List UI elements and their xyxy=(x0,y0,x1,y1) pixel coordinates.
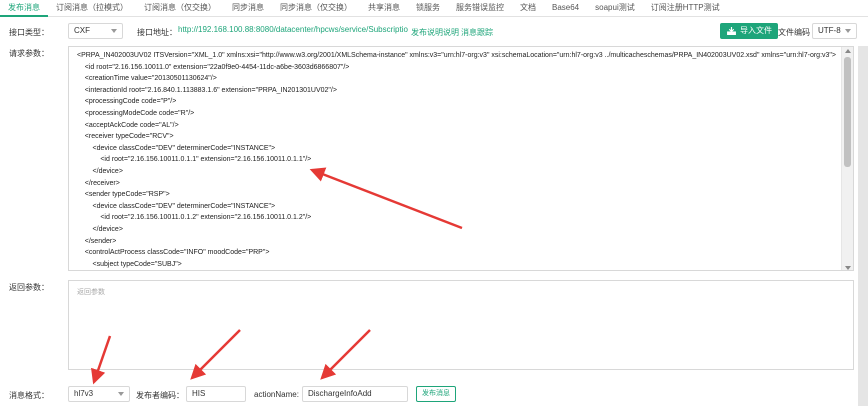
xml-line: <acceptAckCode code="AL"/> xyxy=(77,121,179,129)
publish-help-link[interactable]: 发布说明说明 xyxy=(411,27,459,38)
tab-10[interactable]: soapui测试 xyxy=(587,0,643,17)
xml-line: <processingCode code="P"/> xyxy=(77,98,177,106)
tab-8[interactable]: 文档 xyxy=(512,0,544,17)
tab-bar: 发布消息 订阅消息（拉模式） 订阅消息（仅交换） 同步消息 同步消息（仅交换） 共享消息锁… xyxy=(0,0,868,17)
request-params-label: 请求参数： xyxy=(9,49,49,58)
tab-3[interactable]: 同步消息 xyxy=(224,0,272,17)
import-icon xyxy=(727,27,736,35)
xml-line: </receiver> xyxy=(77,179,120,187)
xml-line: <id root="2.16.156.10011.0.1.1" extensio… xyxy=(77,156,312,164)
xml-line: </device> xyxy=(77,167,123,175)
chevron-down-icon xyxy=(118,392,124,396)
tab-5[interactable]: 共享消息 xyxy=(360,0,408,17)
file-encoding-select[interactable]: UTF-8 xyxy=(812,23,857,39)
tab-6[interactable]: 锁服务 xyxy=(408,0,448,17)
xml-line: <subject typeCode="SUBJ"> xyxy=(77,260,182,268)
import-file-button[interactable]: 导入文件 xyxy=(720,23,778,39)
request-scrollbar[interactable] xyxy=(841,47,853,270)
scroll-down-icon xyxy=(845,266,851,270)
message-format-label: 消息格式： xyxy=(9,391,49,400)
response-params-textarea[interactable]: 返回参数 xyxy=(68,280,854,370)
message-log-link[interactable]: 消息跟踪 xyxy=(461,27,493,38)
tab-4[interactable]: 同步消息（仅交换） xyxy=(272,0,360,17)
xml-line: <PRPA_IN402003UV02 ITSVersion="XML_1.0" … xyxy=(77,52,836,59)
tab-0[interactable]: 发布消息 xyxy=(0,0,48,17)
interface-addr-label: 接口地址： xyxy=(137,28,177,37)
tab-9[interactable]: Base64 xyxy=(544,0,587,17)
xml-line: <controlActProcess classCode="INFO" mood… xyxy=(77,249,270,257)
publisher-code-input[interactable]: HIS xyxy=(186,386,246,402)
request-params-textarea[interactable]: <PRPA_IN402003UV02 ITSVersion="XML_1.0" … xyxy=(68,46,854,271)
page-scrollbar[interactable] xyxy=(858,46,868,406)
scroll-thumb[interactable] xyxy=(844,57,851,167)
xml-line: <processingModeCode code="R"/> xyxy=(77,109,195,117)
action-name-input[interactable]: DischargeInfoAdd xyxy=(302,386,408,402)
xml-line: <device classCode="DEV" determinerCode="… xyxy=(77,202,276,210)
interface-type-label: 接口类型： xyxy=(9,28,49,37)
publish-message-button[interactable]: 发布消息 xyxy=(416,386,456,402)
import-file-label: 导入文件 xyxy=(740,26,772,35)
xml-line: <encounterEvent classCode="ENC" moodCode… xyxy=(77,270,837,271)
scroll-up-icon xyxy=(845,49,851,53)
interface-type-select[interactable]: CXF xyxy=(68,23,123,39)
response-params-label: 返回参数： xyxy=(9,283,49,292)
tab-1[interactable]: 订阅消息（拉模式） xyxy=(48,0,136,17)
file-encoding-value: UTF-8 xyxy=(818,26,841,35)
tab-11[interactable]: 订阅注册HTTP测试 xyxy=(643,0,728,17)
xml-line: </device> xyxy=(77,225,123,233)
xml-line: <id root="2.16.156.10011.0" extension="2… xyxy=(77,63,350,71)
tab-2[interactable]: 订阅消息（仅交换） xyxy=(136,0,224,17)
request-xml-content: <PRPA_IN402003UV02 ITSVersion="XML_1.0" … xyxy=(77,50,837,271)
xml-line: <device classCode="DEV" determinerCode="… xyxy=(77,144,276,152)
action-name-label: actionName: xyxy=(254,390,299,399)
file-encoding-label: 文件编码 xyxy=(778,28,810,37)
xml-line: <creationTime value="20130501130624"/> xyxy=(77,75,217,83)
chevron-down-icon xyxy=(111,29,117,33)
interface-type-value: CXF xyxy=(74,26,90,35)
xml-line: <sender typeCode="RSP"> xyxy=(77,191,170,199)
message-format-value: hl7v3 xyxy=(74,389,94,398)
xml-line: </sender> xyxy=(77,237,117,245)
tab-7[interactable]: 服务错误监控 xyxy=(448,0,512,17)
message-format-select[interactable]: hl7v3 xyxy=(68,386,130,402)
chevron-down-icon xyxy=(845,29,851,33)
xml-line: <receiver typeCode="RCV"> xyxy=(77,133,174,141)
xml-line: <interactionId root="2.16.840.1.113883.1… xyxy=(77,86,337,94)
publisher-code-label: 发布者编码： xyxy=(136,391,184,400)
interface-addr-input[interactable]: http://192.168.100.88:8080/datacenter/hp… xyxy=(178,23,408,39)
xml-line: <id root="2.16.156.10011.0.1.2" extensio… xyxy=(77,214,312,222)
response-placeholder: 返回参数 xyxy=(77,289,105,296)
